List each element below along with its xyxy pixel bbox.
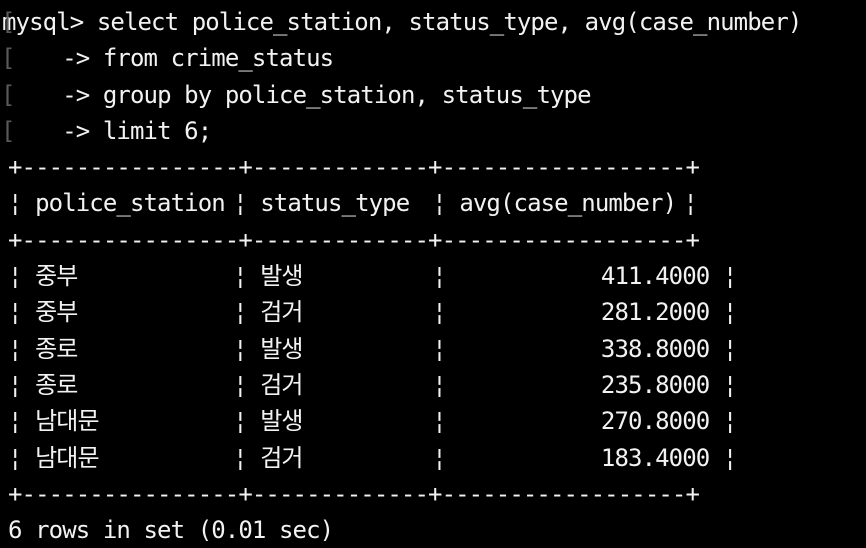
query-line-1: [mysql> select police_station, status_ty… — [0, 4, 866, 40]
table-row: ¦ 종로 ¦ 발생 ¦ 338.8000 ¦ — [0, 331, 866, 367]
column-header: police_station — [35, 189, 226, 218]
table-border-top: +----------------+-------------+--------… — [8, 153, 700, 182]
column-header: status_type — [260, 189, 410, 218]
avg-case-number-cell: 235.8000 — [600, 370, 710, 399]
status-type-cell: 발생 — [260, 262, 303, 291]
table-row: ¦ 중부 ¦ 검거 ¦ 281.2000 ¦ — [0, 294, 866, 330]
police-station-cell: 남대문 — [35, 443, 99, 472]
avg-case-number-cell: 281.2000 — [600, 298, 710, 327]
query-line-4: [ -> limit 6; — [0, 113, 866, 149]
status-type-cell: 발생 — [260, 334, 303, 363]
line-marker: [ — [1, 116, 15, 145]
line-marker: [ — [1, 8, 15, 36]
table-row: ¦ 종로 ¦ 검거 ¦ 235.8000 ¦ — [0, 367, 866, 403]
result-summary: 6 rows in set (0.01 sec) — [8, 516, 334, 545]
police-station-cell: 종로 — [35, 370, 78, 399]
table-row: ¦ 남대문 ¦ 발생 ¦ 270.8000 ¦ — [0, 403, 866, 439]
table-border-bottom: +----------------+-------------+--------… — [8, 479, 700, 508]
query-text: limit 6; — [102, 116, 212, 145]
column-header: avg(case_number) — [459, 189, 677, 218]
avg-case-number-cell: 411.4000 — [600, 262, 710, 291]
status-type-cell: 검거 — [260, 443, 303, 472]
continuation-prompt: -> — [62, 44, 90, 73]
police-station-cell: 종로 — [35, 334, 78, 363]
line-marker: [ — [1, 44, 15, 73]
police-station-cell: 남대문 — [35, 407, 99, 436]
police-station-cell: 중부 — [35, 262, 78, 291]
table-row: ¦ 남대문 ¦ 검거 ¦ 183.4000 ¦ — [0, 440, 866, 476]
avg-case-number-cell: 183.4000 — [600, 443, 710, 472]
query-text: group by police_station, status_type — [102, 80, 592, 109]
table-row: ¦ 중부 ¦ 발생 ¦ 411.4000 ¦ — [0, 258, 866, 294]
avg-case-number-cell: 270.8000 — [600, 407, 710, 436]
query-text: select police_station, status_type, avg(… — [96, 8, 802, 36]
query-line-2: [ -> from crime_status — [0, 40, 866, 76]
status-type-cell: 검거 — [260, 298, 303, 327]
continuation-prompt: -> — [62, 116, 90, 145]
table-border-middle: +----------------+-------------+--------… — [8, 225, 700, 254]
avg-case-number-cell: 338.8000 — [600, 334, 710, 363]
query-line-3: [ -> group by police_station, status_typ… — [0, 77, 866, 113]
continuation-prompt: -> — [62, 80, 90, 109]
police-station-cell: 중부 — [35, 298, 78, 327]
query-text: from crime_status — [102, 44, 334, 73]
table-header-row: ¦ police_station ¦ status_type ¦ avg(case_… — [0, 185, 866, 221]
status-type-cell: 검거 — [260, 370, 303, 399]
status-type-cell: 발생 — [260, 407, 303, 436]
line-marker: [ — [1, 80, 15, 109]
terminal-window[interactable]: [mysql> select police_station, status_ty… — [0, 0, 866, 546]
